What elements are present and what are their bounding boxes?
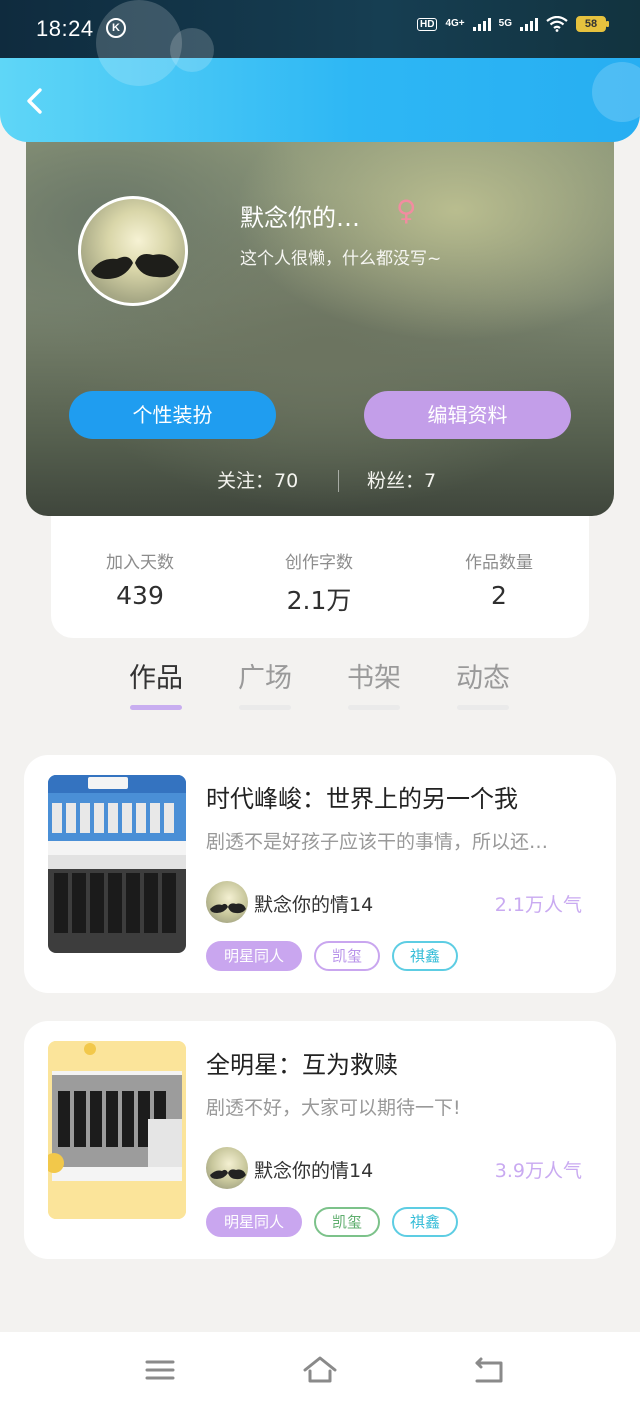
author-name: 默念你的情14 (254, 1160, 374, 1182)
work-title: 全明星：互为救赎 (206, 1051, 398, 1079)
tag-list: 明星同人 凯玺 祺鑫 (206, 1207, 459, 1239)
personal-style-button[interactable]: 个性装扮 (69, 391, 276, 439)
author-avatar-image (210, 903, 246, 914)
stat-join-days: 加入天数 439 (75, 548, 205, 610)
stat-label: 加入天数 (106, 553, 174, 573)
status-indicators: HD 4G+ 5G 58 (417, 16, 609, 32)
tag-item[interactable]: 明星同人 (206, 1207, 303, 1237)
net-4g-label: 4G+ (445, 18, 465, 29)
username: 默念你的… (240, 204, 360, 232)
decor-bubble (96, 0, 182, 86)
bio-text: 这个人很懒，什么都没写~ (240, 249, 442, 269)
stat-label: 创作字数 (285, 553, 353, 573)
signal-icon-2 (520, 17, 538, 31)
author-row: 默念你的情14 3.9万人气 (206, 1147, 586, 1189)
net-5g-label: 5G (498, 18, 512, 29)
tab-indicator (239, 705, 291, 710)
decor-bubble-right (592, 62, 640, 122)
back-button[interactable] (18, 84, 52, 118)
profile-card: 默念你的… ♀ 这个人很懒，什么都没写~ 个性装扮 编辑资料 关注：70 粉丝：… (26, 120, 614, 516)
author-row: 默念你的情14 2.1万人气 (206, 881, 586, 923)
author-avatar (206, 881, 248, 923)
system-nav-bar (0, 1332, 640, 1408)
tab-square[interactable]: 广场 (235, 656, 295, 695)
home-icon[interactable] (302, 1354, 338, 1386)
tag-list: 明星同人 凯玺 祺鑫 (206, 941, 459, 973)
cover-photo (48, 775, 186, 953)
work-description: 剧透不是好孩子应该干的事情，所以还… (206, 831, 549, 853)
tab-indicator-active (130, 705, 182, 710)
tag-item[interactable]: 凯玺 (314, 941, 381, 971)
stats-card: 加入天数 439 创作字数 2.1万 作品数量 2 (51, 516, 589, 638)
follow-divider (338, 470, 339, 492)
decor-bubble-small (170, 28, 214, 72)
stat-value: 2 (491, 581, 507, 610)
cover-photo (48, 1041, 186, 1219)
following-count[interactable]: 关注：70 (217, 466, 298, 493)
work-cover-image (48, 775, 186, 953)
work-description: 剧透不好，大家可以期待一下! (206, 1097, 461, 1119)
tab-bar: 作品 广场 书架 动态 (0, 656, 640, 716)
back-icon[interactable] (470, 1354, 506, 1386)
author-avatar-image (210, 1169, 246, 1180)
stat-label: 作品数量 (465, 553, 533, 573)
popularity-count: 2.1万人气 (494, 894, 582, 916)
stat-value: 2.1万 (286, 586, 352, 615)
stat-value: 439 (116, 581, 164, 610)
wifi-icon (546, 16, 568, 32)
menu-icon[interactable] (142, 1354, 178, 1386)
female-icon: ♀ (396, 194, 417, 227)
tab-bookshelf[interactable]: 书架 (344, 656, 404, 695)
tag-item[interactable]: 明星同人 (206, 941, 303, 971)
tag-item[interactable]: 凯玺 (314, 1207, 381, 1237)
avatar[interactable] (78, 196, 188, 306)
top-header (0, 0, 640, 142)
signal-icon (472, 17, 491, 31)
stat-work-count: 作品数量 2 (434, 548, 564, 610)
status-time: 18:24 (36, 16, 94, 41)
popularity-count: 3.9万人气 (494, 1160, 582, 1182)
edit-profile-button[interactable]: 编辑资料 (364, 391, 571, 439)
avatar-image (91, 254, 179, 279)
tab-feed[interactable]: 动态 (453, 656, 513, 695)
tab-indicator (457, 705, 509, 710)
work-card[interactable]: 时代峰峻：世界上的另一个我 剧透不是好孩子应该干的事情，所以还… 默念你的情14… (24, 755, 616, 993)
stat-word-count: 创作字数 2.1万 (254, 548, 384, 617)
battery-icon: 58 (576, 16, 609, 32)
tag-item[interactable]: 祺鑫 (392, 941, 459, 971)
tab-works[interactable]: 作品 (126, 656, 186, 695)
work-card[interactable]: 全明星：互为救赎 剧透不好，大家可以期待一下! 默念你的情14 3.9万人气 明… (24, 1021, 616, 1259)
followers-count[interactable]: 粉丝：7 (367, 466, 436, 493)
hd-icon: HD (417, 17, 438, 31)
work-cover-image (48, 1041, 186, 1219)
work-title: 时代峰峻：世界上的另一个我 (206, 785, 518, 813)
author-avatar (206, 1147, 248, 1189)
follow-stats: 关注：70 粉丝：7 (26, 466, 614, 496)
tag-item[interactable]: 祺鑫 (392, 1207, 459, 1237)
tab-indicator (348, 705, 400, 710)
author-name: 默念你的情14 (254, 894, 374, 916)
